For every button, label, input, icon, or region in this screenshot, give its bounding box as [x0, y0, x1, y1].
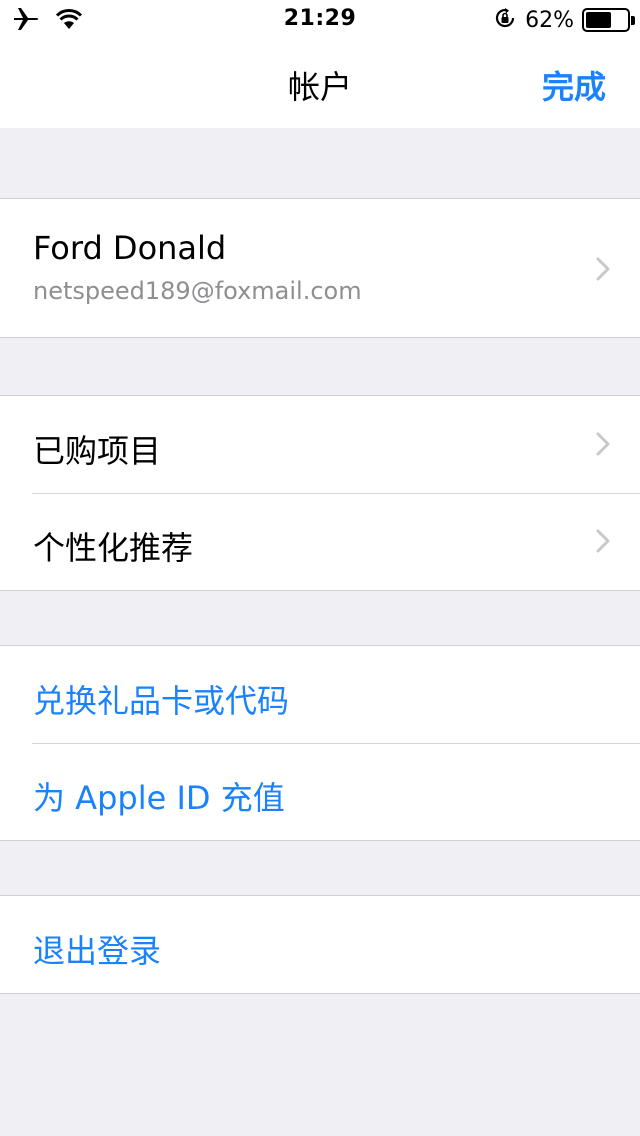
navigation-bar: 帐户 完成	[0, 40, 640, 128]
battery-nub	[631, 16, 635, 25]
gift-group: 兑换礼品卡或代码 为 Apple ID 充值	[0, 645, 640, 841]
status-bar: 21:29 62%	[0, 0, 640, 40]
profile-row[interactable]: Ford Donald netspeed189@foxmail.com	[0, 198, 640, 338]
chevron-right-icon	[596, 257, 610, 281]
purchased-items-row[interactable]: 已购项目	[0, 396, 640, 493]
redeem-gift-card-row[interactable]: 兑换礼品卡或代码	[0, 646, 640, 743]
purchased-items-label: 已购项目	[33, 432, 162, 470]
account-screen: 21:29 62% 帐户 完成 Ford Donald netspeed189@	[0, 0, 640, 1136]
status-right: 62%	[493, 6, 635, 34]
redeem-gift-card-link[interactable]: 兑换礼品卡或代码	[33, 676, 289, 722]
chevron-right-icon	[596, 529, 610, 553]
battery-icon	[582, 8, 635, 32]
purchases-group: 已购项目 个性化推荐	[0, 395, 640, 591]
personalized-recommendations-label: 个性化推荐	[33, 529, 194, 567]
add-funds-row[interactable]: 为 Apple ID 充值	[0, 743, 640, 840]
profile-email: netspeed189@foxmail.com	[33, 277, 362, 305]
done-button[interactable]: 完成	[542, 62, 606, 108]
battery-percent: 62%	[525, 7, 574, 33]
sign-out-button[interactable]: 退出登录	[33, 926, 161, 972]
battery-fill	[586, 12, 611, 28]
orientation-lock-icon	[493, 6, 517, 34]
profile-name: Ford Donald	[33, 229, 227, 267]
sign-out-row[interactable]: 退出登录	[0, 896, 640, 993]
personalized-recommendations-row[interactable]: 个性化推荐	[0, 493, 640, 590]
chevron-right-icon	[596, 432, 610, 456]
signout-group: 退出登录	[0, 895, 640, 994]
add-funds-link[interactable]: 为 Apple ID 充值	[33, 773, 285, 819]
